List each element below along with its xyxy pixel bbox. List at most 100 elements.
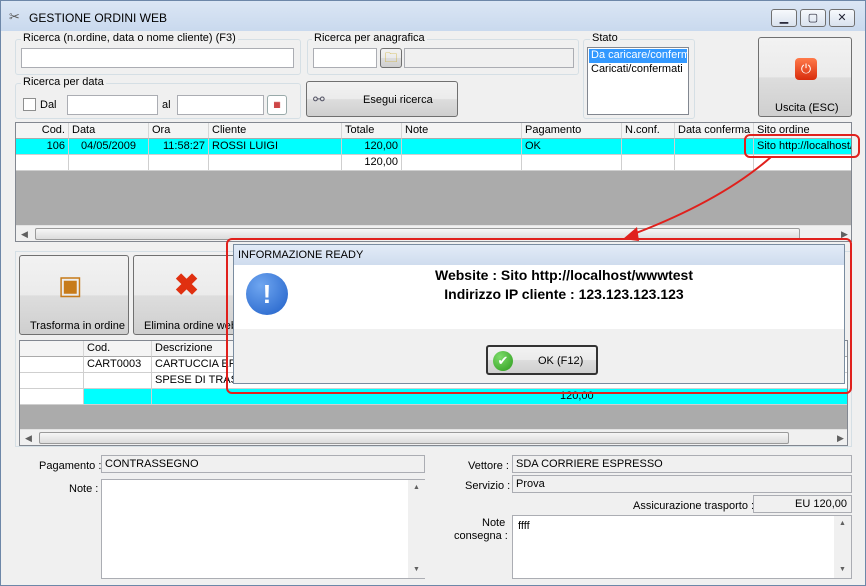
assicurazione-field: EU 120,00 [753,495,852,513]
cell-empty [84,389,152,405]
app-icon: ✂ [9,9,20,24]
esegui-ricerca-button[interactable]: ⚯ Esegui ricerca [306,81,458,117]
dal-checkbox[interactable] [23,98,36,111]
stato-listbox[interactable]: Da caricare/confermare Caricati/conferma… [587,47,689,115]
highlight-arrow [623,156,772,241]
folder-icon: 🗀 [384,50,398,65]
items-hscrollbar[interactable]: ◀ ▶ [20,429,847,445]
dialog-line-2: Indirizzo IP cliente : 123.123.123.123 [444,286,684,302]
scroll-left-icon[interactable]: ◀ [16,226,33,241]
dal-label: Dal [40,99,57,111]
scroll-down-icon[interactable]: ▼ [408,562,425,578]
binoculars-icon: ⚯ [313,91,325,107]
scroll-left-icon[interactable]: ◀ [20,430,37,445]
col-nconf[interactable]: N.conf. [622,123,675,139]
scroll-up-icon[interactable]: ▲ [834,516,851,532]
search-input[interactable] [21,48,294,68]
calendar-icon: ▦ [273,100,281,109]
elimina-label: Elimina ordine web [144,320,237,332]
pagamento-label: Pagamento : [39,460,102,472]
maximize-icon: ▢ [807,12,819,24]
uscita-label: Uscita (ESC) [775,102,839,114]
col-ora[interactable]: Ora [149,123,209,139]
trasforma-button[interactable]: ▣ Trasforma in ordine [19,255,129,335]
col-pagamento[interactable]: Pagamento [522,123,622,139]
dialog-footer: ✔ OK (F12) [234,329,844,383]
note-textarea[interactable] [101,479,425,579]
note-consegna-label-2: consegna : [454,530,508,542]
date-search-label: Ricerca per data [21,76,106,88]
orders-header: Cod. Data Ora Cliente Totale Note Pagame… [16,123,851,139]
power-icon: ⏻ [795,58,817,80]
cell-item-cod: CART0003 [84,357,152,373]
close-icon: ✕ [837,12,847,24]
vettore-label: Vettore : [468,460,509,472]
cell-note [402,139,522,155]
cell-empty [209,155,342,171]
minimize-icon: ▁ [779,12,789,24]
note-label: Note : [69,483,99,495]
folder-button[interactable]: 🗀 [380,48,402,68]
dialog-line-1: Website : Sito http://localhost/wwwtest [435,267,693,283]
dialog-title: INFORMAZIONE READY [234,245,844,265]
search-label: Ricerca (n.ordine, data o nome cliente) … [21,32,238,44]
close-button[interactable]: ✕ [829,9,855,27]
scroll-down-icon[interactable]: ▼ [834,562,851,578]
stato-option[interactable]: Caricati/confermati [589,63,687,77]
servizio-field: Prova [512,475,852,493]
delete-x-icon: ✖ [174,269,200,302]
cell-empty [16,155,69,171]
assicurazione-label: Assicurazione trasporto : [633,500,755,512]
al-label: al [162,99,171,111]
cell-total-sum: 120,00 [342,155,402,171]
note-consegna-textarea[interactable]: ffff [512,515,852,579]
info-dialog: INFORMAZIONE READY ! Website : Sito http… [233,244,845,384]
cell-empty [20,389,84,405]
cell-empty [69,155,149,171]
calendar-button[interactable]: ▦ [267,95,287,115]
note-vscrollbar[interactable]: ▲ ▼ [408,480,425,578]
cell-item-cod [84,373,152,389]
check-icon: ✔ [493,351,513,371]
cell-empty [149,155,209,171]
date-to-input[interactable] [177,95,264,115]
col-item-cod[interactable]: Cod. [84,341,152,357]
cell-ora: 11:58:27 [149,139,209,155]
window-title: GESTIONE ORDINI WEB [29,11,168,25]
stato-option-selected[interactable]: Da caricare/confermare [589,49,687,63]
anagrafica-label: Ricerca per anagrafica [312,32,427,44]
date-from-input[interactable] [67,95,158,115]
vettore-field: SDA CORRIERE ESPRESSO [512,455,852,473]
anagrafica-code-input[interactable] [313,48,377,68]
note-consegna-vscrollbar[interactable]: ▲ ▼ [834,516,851,578]
note-consegna-label: Note [482,517,506,529]
cell-data: 04/05/2009 [69,139,149,155]
col-note[interactable]: Note [402,123,522,139]
box-icon: ▣ [58,270,83,300]
scroll-up-icon[interactable]: ▲ [408,480,425,496]
col-cliente[interactable]: Cliente [209,123,342,139]
cell-empty [20,357,84,373]
esegui-ricerca-label: Esegui ricerca [363,94,433,106]
uscita-button[interactable]: ⏻ Uscita (ESC) [758,37,852,117]
col-cod[interactable]: Cod. [16,123,69,139]
cell-empty [402,155,522,171]
trasforma-label: Trasforma in ordine [30,320,125,332]
main-window: ✂ GESTIONE ORDINI WEB ▁ ▢ ✕ Ricerca (n.o… [0,0,866,586]
servizio-label: Servizio : [465,480,511,492]
title-bar: ✂ GESTIONE ORDINI WEB ▁ ▢ ✕ [1,1,865,31]
maximize-button[interactable]: ▢ [800,9,826,27]
pagamento-field: CONTRASSEGNO [101,455,425,473]
cell-empty [20,373,84,389]
col-data-conferma[interactable]: Data conferma [675,123,754,139]
col-totale[interactable]: Totale [342,123,402,139]
scroll-right-icon[interactable]: ▶ [832,430,847,445]
cell-totale: 120,00 [342,139,402,155]
minimize-button[interactable]: ▁ [771,9,797,27]
col-empty [20,341,84,357]
col-data[interactable]: Data [69,123,149,139]
ok-button[interactable]: ✔ OK (F12) [486,345,598,375]
stato-label: Stato [590,32,620,44]
scroll-thumb[interactable] [39,432,789,444]
anagrafica-name-field [404,48,574,68]
